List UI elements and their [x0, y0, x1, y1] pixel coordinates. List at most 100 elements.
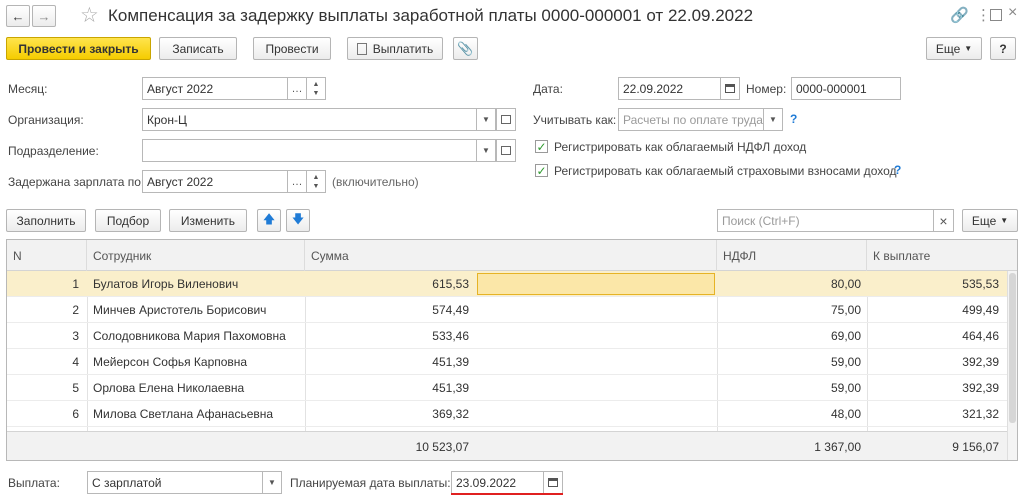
table-row[interactable]: 4 Мейерсон Софья Карповна 451,39 59,00 3… — [7, 349, 1007, 375]
pick-button[interactable]: Подбор — [95, 209, 161, 232]
post-and-close-button[interactable]: Провести и закрыть — [6, 37, 151, 60]
month-select-button[interactable]: … — [287, 77, 307, 100]
table-row[interactable]: 6 Милова Светлана Афанасьевна 369,32 48,… — [7, 401, 1007, 427]
arrow-up-icon: 🡅 — [262, 212, 276, 226]
department-open-button[interactable] — [496, 139, 516, 162]
payout-dropdown-button[interactable]: ▼ — [262, 471, 282, 494]
delayed-salary-stepper[interactable]: ▲ ▼ — [306, 170, 326, 193]
delayed-salary-select-button[interactable]: … — [287, 170, 307, 193]
attach-button[interactable]: 📎 — [453, 37, 478, 60]
date-value: 22.09.2022 — [623, 81, 684, 96]
more-button[interactable]: Еще ▼ — [926, 37, 982, 60]
search-clear-button[interactable]: × — [933, 209, 954, 232]
department-dropdown-button[interactable]: ▼ — [476, 139, 496, 162]
insurance-checkbox-label: Регистрировать как облагаемый страховыми… — [554, 164, 897, 178]
move-down-button[interactable]: 🡇 — [286, 209, 310, 232]
row-employee: Солодовникова Мария Пахомовна — [93, 329, 286, 343]
organization-dropdown-button[interactable]: ▼ — [476, 108, 496, 131]
open-window-icon — [501, 115, 511, 124]
table-row[interactable]: 1 Булатов Игорь Виленович 615,53 80,00 5… — [7, 271, 1007, 297]
menu-dots-icon[interactable]: ⋮ — [976, 6, 991, 24]
payout-field[interactable]: С зарплатой — [87, 471, 263, 494]
arrow-down-icon: 🡇 — [291, 212, 305, 226]
row-sum: 615,53 — [432, 277, 469, 291]
down-icon: ▼ — [312, 182, 320, 190]
table-row[interactable]: 3 Солодовникова Мария Пахомовна 533,46 6… — [7, 323, 1007, 349]
scrollbar-thumb[interactable] — [1009, 273, 1016, 423]
insurance-checkbox[interactable]: ✓ — [535, 164, 548, 177]
department-label: Подразделение: — [8, 144, 99, 158]
date-calendar-button[interactable] — [720, 77, 740, 100]
delayed-salary-label: Задержана зарплата по: — [8, 175, 145, 189]
ndfl-checkbox-label: Регистрировать как облагаемый НДФЛ доход — [554, 140, 807, 154]
row-employee: Орлова Елена Николаевна — [93, 381, 245, 395]
col-employee[interactable]: Сотрудник — [87, 240, 305, 271]
checkmark-icon: ✓ — [536, 139, 547, 154]
table-header: N Сотрудник Сумма НДФЛ К выплате — [7, 240, 1017, 271]
month-stepper[interactable]: ▲ ▼ — [306, 77, 326, 100]
fill-button[interactable]: Заполнить — [6, 209, 86, 232]
back-button[interactable]: ← — [6, 5, 30, 27]
favorite-star-icon[interactable]: ☆ — [80, 3, 99, 28]
payout-value: С зарплатой — [92, 475, 162, 490]
col-n[interactable]: N — [7, 240, 87, 271]
search-placeholder: Поиск (Ctrl+F) — [722, 213, 800, 228]
up-icon: ▲ — [312, 173, 320, 181]
number-field[interactable]: 0000-000001 — [791, 77, 901, 100]
col-ndfl[interactable]: НДФЛ — [717, 240, 867, 271]
link-icon[interactable]: 🔗 — [950, 6, 969, 24]
table-more-button[interactable]: Еще ▼ — [962, 209, 1018, 232]
row-number: 4 — [72, 355, 79, 369]
row-sum: 369,32 — [432, 407, 469, 421]
account-as-dropdown-button[interactable]: ▼ — [763, 108, 783, 131]
table-row[interactable]: 2 Минчев Аристотель Борисович 574,49 75,… — [7, 297, 1007, 323]
row-employee: Мейерсон Софья Карповна — [93, 355, 248, 369]
row-number: 5 — [72, 381, 79, 395]
more-button-label: Еще — [935, 41, 961, 56]
active-cell[interactable] — [477, 273, 715, 295]
row-ndfl: 80,00 — [830, 277, 861, 291]
account-as-field[interactable]: Расчеты по оплате труда — [618, 108, 764, 131]
organization-open-button[interactable] — [496, 108, 516, 131]
month-value: Август 2022 — [147, 81, 214, 96]
planned-date-field[interactable]: 23.09.2022 — [451, 471, 544, 494]
search-input[interactable]: Поиск (Ctrl+F) — [717, 209, 934, 232]
account-help-icon[interactable]: ? — [790, 112, 797, 126]
insurance-help-icon[interactable]: ? — [894, 163, 901, 177]
department-field[interactable] — [142, 139, 477, 162]
row-pay: 392,39 — [962, 381, 999, 395]
save-button[interactable]: Записать — [159, 37, 237, 60]
account-as-label: Учитывать как: — [533, 113, 617, 127]
month-field[interactable]: Август 2022 — [142, 77, 288, 100]
post-button[interactable]: Провести — [253, 37, 331, 60]
employees-table[interactable]: N Сотрудник Сумма НДФЛ К выплате 1 Булат… — [6, 239, 1018, 461]
table-scrollbar[interactable] — [1007, 271, 1017, 460]
ndfl-checkbox[interactable]: ✓ — [535, 140, 548, 153]
organization-field[interactable]: Крон-Ц — [142, 108, 477, 131]
row-sum: 533,46 — [432, 329, 469, 343]
maximize-icon[interactable] — [990, 9, 1002, 21]
col-pay[interactable]: К выплате — [867, 240, 1007, 271]
help-button[interactable]: ? — [990, 37, 1016, 60]
month-label: Месяц: — [8, 82, 48, 96]
account-as-placeholder: Расчеты по оплате труда — [623, 112, 763, 127]
edit-button[interactable]: Изменить — [169, 209, 247, 232]
planned-date-value: 23.09.2022 — [456, 475, 517, 490]
delayed-salary-field[interactable]: Август 2022 — [142, 170, 288, 193]
close-icon[interactable]: × — [1008, 4, 1017, 22]
total-pay: 9 156,07 — [952, 440, 999, 454]
pay-button[interactable]: Выплатить — [347, 37, 443, 60]
chevron-down-icon: ▼ — [964, 44, 973, 53]
forward-button[interactable]: → — [32, 5, 56, 27]
row-number: 1 — [72, 277, 79, 291]
chevron-down-icon: ▼ — [1000, 216, 1009, 225]
highlight-underline — [451, 493, 563, 495]
window-title: Компенсация за задержку выплаты заработн… — [108, 6, 754, 25]
planned-date-calendar-button[interactable] — [543, 471, 563, 494]
date-field[interactable]: 22.09.2022 — [618, 77, 721, 100]
row-ndfl: 59,00 — [830, 355, 861, 369]
down-icon: ▼ — [312, 89, 320, 97]
col-sum[interactable]: Сумма — [305, 240, 717, 271]
move-up-button[interactable]: 🡅 — [257, 209, 281, 232]
table-row[interactable]: 5 Орлова Елена Николаевна 451,39 59,00 3… — [7, 375, 1007, 401]
